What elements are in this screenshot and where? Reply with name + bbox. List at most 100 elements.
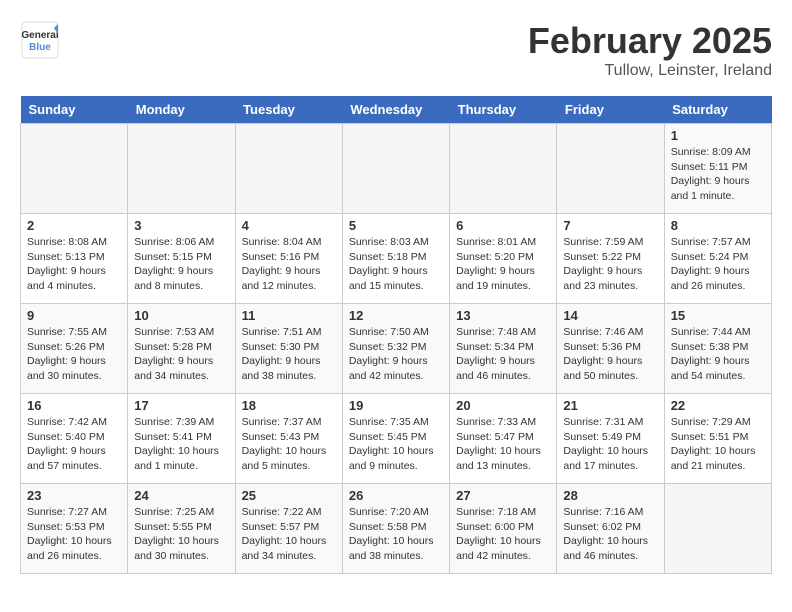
calendar-header-cell: Friday <box>557 96 664 124</box>
day-number: 19 <box>349 398 443 413</box>
svg-text:General: General <box>21 30 58 41</box>
day-number: 2 <box>27 218 121 233</box>
day-info: Sunrise: 7:18 AM Sunset: 6:00 PM Dayligh… <box>456 505 550 564</box>
day-number: 20 <box>456 398 550 413</box>
calendar-header-cell: Saturday <box>664 96 771 124</box>
calendar-day-cell: 22 Sunrise: 7:29 AM Sunset: 5:51 PM Dayli… <box>664 394 771 484</box>
logo-graphic: General Blue <box>20 20 60 65</box>
calendar-day-cell: 8Sunrise: 7:57 AM Sunset: 5:24 PM Daylig… <box>664 214 771 304</box>
calendar-day-cell: 18 Sunrise: 7:37 AM Sunset: 5:43 PM Dayli… <box>235 394 342 484</box>
day-info: Sunrise: 7:22 AM Sunset: 5:57 PM Dayligh… <box>242 505 336 564</box>
calendar-day-cell <box>664 484 771 574</box>
calendar-day-cell <box>342 124 449 214</box>
day-info: Sunrise: 8:09 AM Sunset: 5:11 PM Dayligh… <box>671 145 765 204</box>
calendar-day-cell <box>235 124 342 214</box>
day-number: 10 <box>134 308 228 323</box>
calendar-week-row: 23 Sunrise: 7:27 AM Sunset: 5:53 PM Dayli… <box>21 484 772 574</box>
calendar-day-cell: 19Sunrise: 7:35 AM Sunset: 5:45 PM Dayli… <box>342 394 449 484</box>
day-info: Sunrise: 7:53 AM Sunset: 5:28 PM Dayligh… <box>134 325 228 384</box>
day-number: 1 <box>671 128 765 143</box>
calendar-day-cell: 25 Sunrise: 7:22 AM Sunset: 5:57 PM Dayli… <box>235 484 342 574</box>
calendar-day-cell: 7 Sunrise: 7:59 AM Sunset: 5:22 PM Daylig… <box>557 214 664 304</box>
calendar-day-cell: 3 Sunrise: 8:06 AM Sunset: 5:15 PM Daylig… <box>128 214 235 304</box>
day-number: 6 <box>456 218 550 233</box>
calendar-header-cell: Tuesday <box>235 96 342 124</box>
day-number: 12 <box>349 308 443 323</box>
calendar-day-cell: 9 Sunrise: 7:55 AM Sunset: 5:26 PM Daylig… <box>21 304 128 394</box>
calendar-day-cell: 11 Sunrise: 7:51 AM Sunset: 5:30 PM Dayli… <box>235 304 342 394</box>
day-info: Sunrise: 7:51 AM Sunset: 5:30 PM Dayligh… <box>242 325 336 384</box>
day-number: 23 <box>27 488 121 503</box>
day-info: Sunrise: 7:42 AM Sunset: 5:40 PM Dayligh… <box>27 415 121 474</box>
day-info: Sunrise: 7:16 AM Sunset: 6:02 PM Dayligh… <box>563 505 657 564</box>
header: General Blue February 2025 Tullow, Leins… <box>20 20 772 80</box>
calendar-day-cell: 13 Sunrise: 7:48 AM Sunset: 5:34 PM Dayli… <box>450 304 557 394</box>
day-info: Sunrise: 7:55 AM Sunset: 5:26 PM Dayligh… <box>27 325 121 384</box>
day-number: 18 <box>242 398 336 413</box>
calendar-day-cell: 5 Sunrise: 8:03 AM Sunset: 5:18 PM Daylig… <box>342 214 449 304</box>
calendar-day-cell: 15 Sunrise: 7:44 AM Sunset: 5:38 PM Dayli… <box>664 304 771 394</box>
day-number: 17 <box>134 398 228 413</box>
calendar-day-cell: 23 Sunrise: 7:27 AM Sunset: 5:53 PM Dayli… <box>21 484 128 574</box>
day-info: Sunrise: 7:29 AM Sunset: 5:51 PM Dayligh… <box>671 415 765 474</box>
day-number: 21 <box>563 398 657 413</box>
calendar-day-cell <box>450 124 557 214</box>
calendar-body: 1 Sunrise: 8:09 AM Sunset: 5:11 PM Daylig… <box>21 124 772 574</box>
calendar-day-cell: 27 Sunrise: 7:18 AM Sunset: 6:00 PM Dayli… <box>450 484 557 574</box>
calendar-day-cell <box>21 124 128 214</box>
day-number: 4 <box>242 218 336 233</box>
calendar-header-cell: Wednesday <box>342 96 449 124</box>
day-number: 28 <box>563 488 657 503</box>
calendar-header-cell: Thursday <box>450 96 557 124</box>
day-number: 14 <box>563 308 657 323</box>
day-info: Sunrise: 7:20 AM Sunset: 5:58 PM Dayligh… <box>349 505 443 564</box>
day-info: Sunrise: 7:39 AM Sunset: 5:41 PM Dayligh… <box>134 415 228 474</box>
calendar-day-cell <box>128 124 235 214</box>
day-number: 3 <box>134 218 228 233</box>
day-info: Sunrise: 7:33 AM Sunset: 5:47 PM Dayligh… <box>456 415 550 474</box>
calendar-day-cell: 10 Sunrise: 7:53 AM Sunset: 5:28 PM Dayli… <box>128 304 235 394</box>
calendar-day-cell: 4 Sunrise: 8:04 AM Sunset: 5:16 PM Daylig… <box>235 214 342 304</box>
day-info: Sunrise: 8:06 AM Sunset: 5:15 PM Dayligh… <box>134 235 228 294</box>
calendar-header-cell: Monday <box>128 96 235 124</box>
day-info: Sunrise: 7:50 AM Sunset: 5:32 PM Dayligh… <box>349 325 443 384</box>
calendar-day-cell: 26 Sunrise: 7:20 AM Sunset: 5:58 PM Dayli… <box>342 484 449 574</box>
calendar-week-row: 2 Sunrise: 8:08 AM Sunset: 5:13 PM Daylig… <box>21 214 772 304</box>
page-title: February 2025 <box>528 20 772 62</box>
page-subtitle: Tullow, Leinster, Ireland <box>528 62 772 80</box>
svg-text:Blue: Blue <box>29 42 51 53</box>
day-number: 9 <box>27 308 121 323</box>
day-info: Sunrise: 7:44 AM Sunset: 5:38 PM Dayligh… <box>671 325 765 384</box>
calendar-day-cell: 12 Sunrise: 7:50 AM Sunset: 5:32 PM Dayli… <box>342 304 449 394</box>
day-info: Sunrise: 7:57 AM Sunset: 5:24 PM Dayligh… <box>671 235 765 294</box>
day-number: 5 <box>349 218 443 233</box>
day-info: Sunrise: 8:03 AM Sunset: 5:18 PM Dayligh… <box>349 235 443 294</box>
day-info: Sunrise: 7:48 AM Sunset: 5:34 PM Dayligh… <box>456 325 550 384</box>
day-number: 13 <box>456 308 550 323</box>
calendar-day-cell: 6Sunrise: 8:01 AM Sunset: 5:20 PM Daylig… <box>450 214 557 304</box>
calendar-day-cell <box>557 124 664 214</box>
calendar-week-row: 9 Sunrise: 7:55 AM Sunset: 5:26 PM Daylig… <box>21 304 772 394</box>
calendar-day-cell: 1 Sunrise: 8:09 AM Sunset: 5:11 PM Daylig… <box>664 124 771 214</box>
day-number: 7 <box>563 218 657 233</box>
day-number: 26 <box>349 488 443 503</box>
day-number: 15 <box>671 308 765 323</box>
calendar-day-cell: 20 Sunrise: 7:33 AM Sunset: 5:47 PM Dayli… <box>450 394 557 484</box>
day-info: Sunrise: 7:31 AM Sunset: 5:49 PM Dayligh… <box>563 415 657 474</box>
logo: General Blue <box>20 20 60 65</box>
day-number: 22 <box>671 398 765 413</box>
day-info: Sunrise: 7:37 AM Sunset: 5:43 PM Dayligh… <box>242 415 336 474</box>
day-number: 11 <box>242 308 336 323</box>
day-number: 27 <box>456 488 550 503</box>
day-info: Sunrise: 8:04 AM Sunset: 5:16 PM Dayligh… <box>242 235 336 294</box>
day-info: Sunrise: 7:25 AM Sunset: 5:55 PM Dayligh… <box>134 505 228 564</box>
calendar-day-cell: 14 Sunrise: 7:46 AM Sunset: 5:36 PM Dayli… <box>557 304 664 394</box>
day-number: 16 <box>27 398 121 413</box>
day-info: Sunrise: 7:46 AM Sunset: 5:36 PM Dayligh… <box>563 325 657 384</box>
day-info: Sunrise: 8:08 AM Sunset: 5:13 PM Dayligh… <box>27 235 121 294</box>
calendar-day-cell: 16 Sunrise: 7:42 AM Sunset: 5:40 PM Dayli… <box>21 394 128 484</box>
day-info: Sunrise: 7:59 AM Sunset: 5:22 PM Dayligh… <box>563 235 657 294</box>
title-area: February 2025 Tullow, Leinster, Ireland <box>528 20 772 80</box>
day-info: Sunrise: 7:27 AM Sunset: 5:53 PM Dayligh… <box>27 505 121 564</box>
day-number: 25 <box>242 488 336 503</box>
